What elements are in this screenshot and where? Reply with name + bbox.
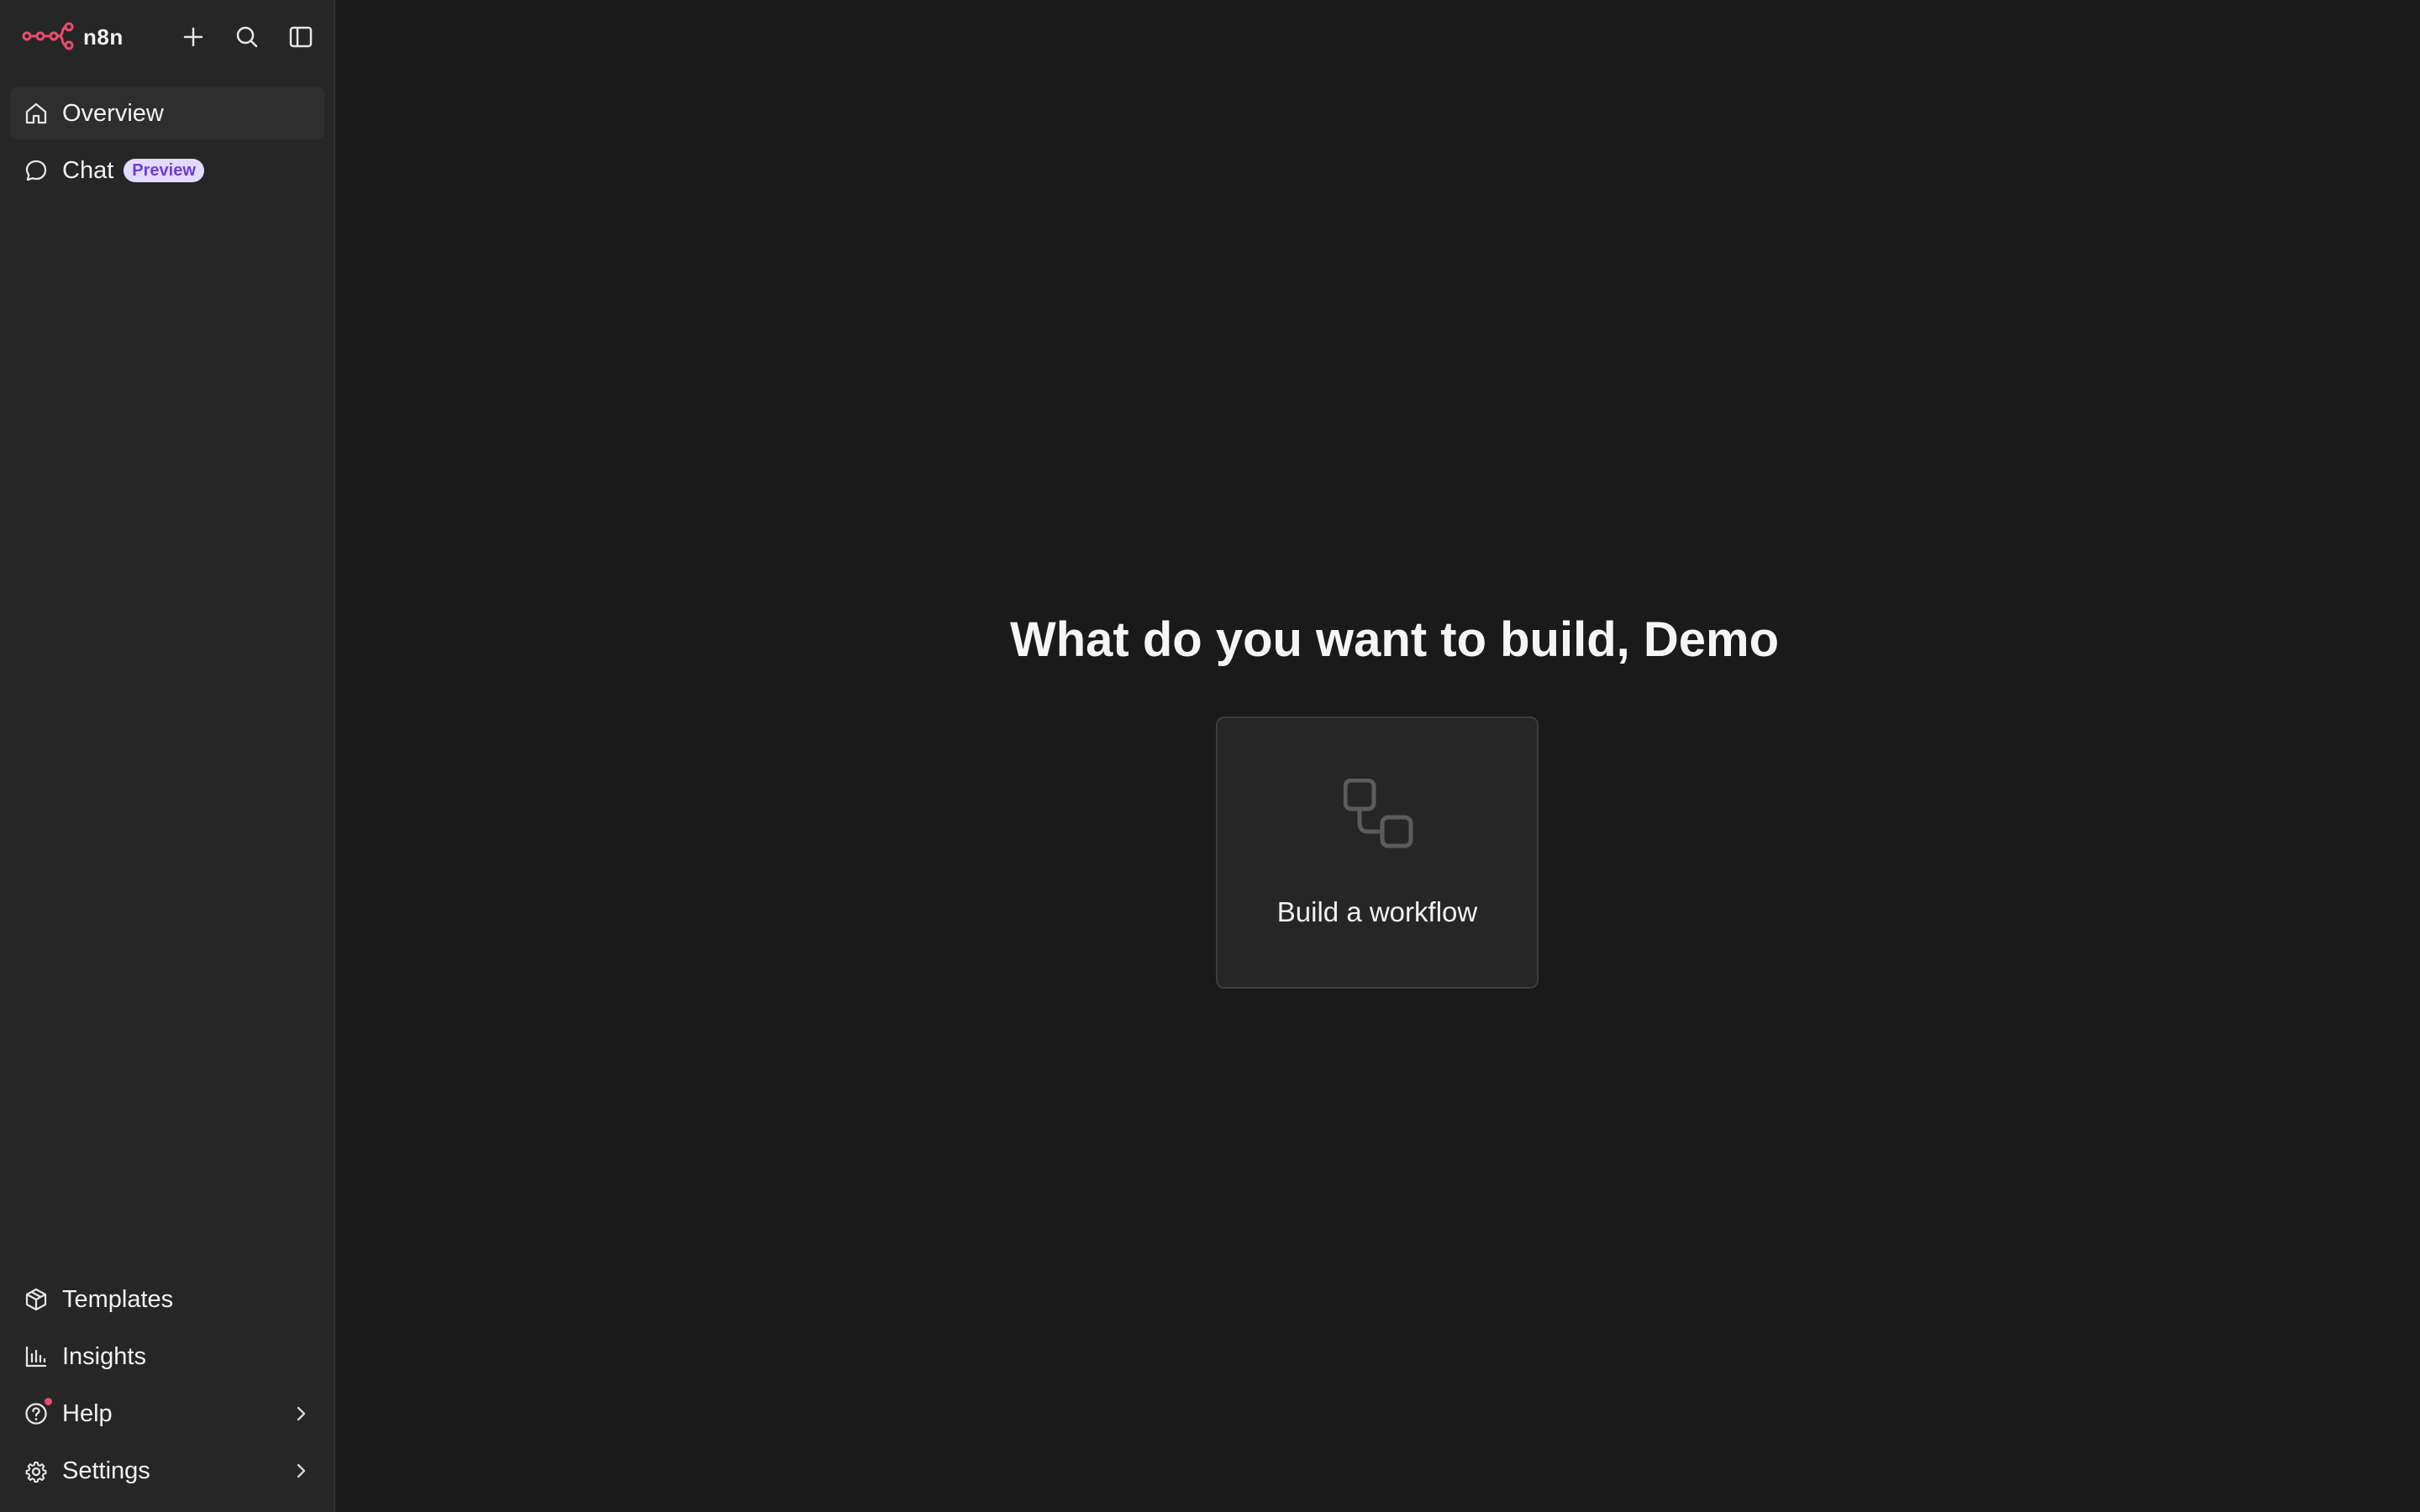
sidebar-item-help[interactable]: Help: [10, 1388, 324, 1440]
bar-chart-icon: [22, 1342, 50, 1371]
search-button[interactable]: [230, 20, 264, 54]
page-title: What do you want to build, Demo: [1009, 612, 1780, 667]
panel-left-icon: [289, 26, 313, 48]
sidebar: n8n Overview Chat Preview Templates Insi…: [0, 0, 335, 1512]
gear-icon: [22, 1457, 50, 1485]
main-content: What do you want to build, Demo Build a …: [335, 0, 2420, 1512]
help-circle-icon: [22, 1398, 52, 1428]
sidebar-item-insights[interactable]: Insights: [10, 1331, 324, 1383]
app-window: n8n Overview Chat Preview Templates Insi…: [0, 0, 2420, 1512]
sidebar-header: n8n: [0, 0, 334, 74]
n8n-logo-icon: [22, 22, 74, 50]
sidebar-item-templates[interactable]: Templates: [10, 1273, 324, 1326]
card-label: Build a workflow: [1276, 896, 1478, 927]
chevron-right-icon: [289, 1459, 313, 1483]
chat-bubble-icon: [22, 156, 50, 185]
sidebar-item-label: Insights: [62, 1342, 146, 1370]
new-item-button[interactable]: [176, 20, 210, 54]
preview-badge: Preview: [124, 159, 204, 182]
sidebar-item-label: Templates: [62, 1285, 174, 1313]
notification-dot: [45, 1398, 52, 1405]
sidebar-item-label: Overview: [62, 99, 164, 127]
home-icon: [22, 99, 50, 128]
sidebar-item-chat[interactable]: Chat Preview: [10, 144, 324, 197]
sidebar-item-settings[interactable]: Settings: [10, 1445, 324, 1497]
sidebar-item-label: Settings: [62, 1457, 150, 1484]
sidebar-item-label: Help: [62, 1399, 113, 1427]
build-workflow-card[interactable]: Build a workflow: [1216, 717, 1539, 989]
brand-name: n8n: [83, 24, 124, 50]
box-icon: [22, 1285, 50, 1314]
chevron-right-icon: [289, 1402, 313, 1425]
sidebar-item-label: Chat: [62, 156, 114, 184]
toggle-sidebar-button[interactable]: [284, 20, 318, 54]
search-icon: [236, 26, 258, 48]
workflow-icon: [1344, 779, 1413, 848]
sidebar-item-overview[interactable]: Overview: [10, 87, 324, 139]
plus-icon: [183, 27, 203, 47]
